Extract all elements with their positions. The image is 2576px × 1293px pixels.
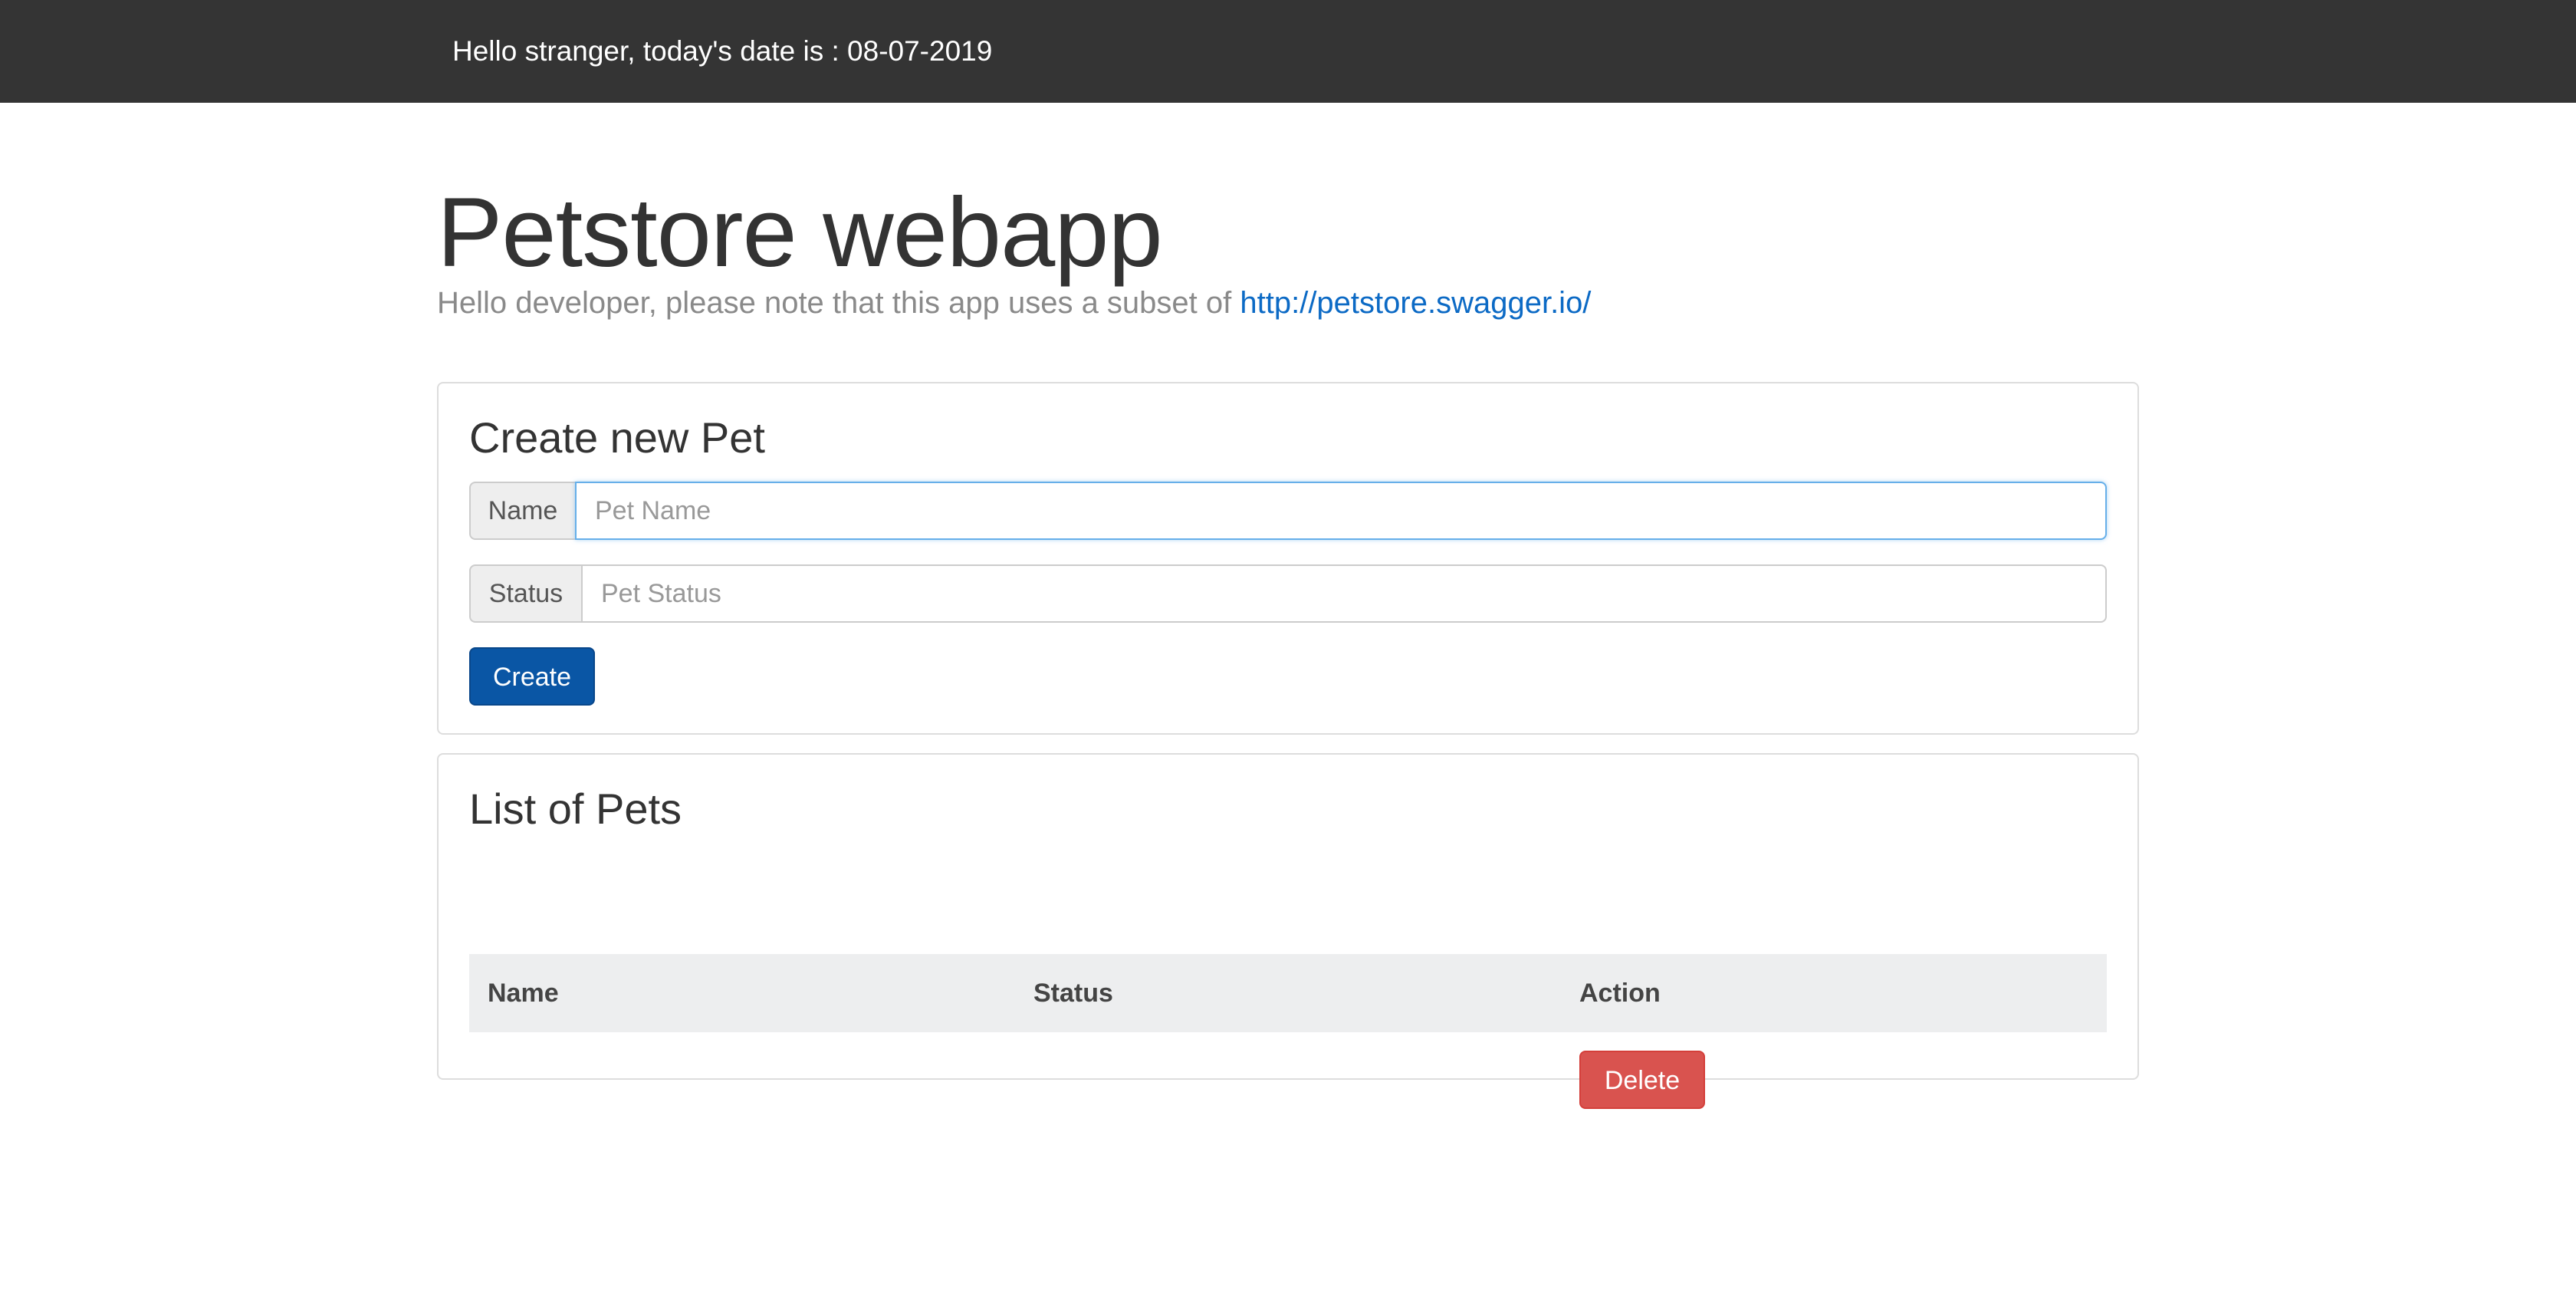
pet-list-panel: List of Pets Name Status Action Delete — [437, 753, 2139, 1109]
create-pet-panel: Create new Pet Name Status Create — [437, 382, 2139, 735]
column-header-name: Name — [488, 979, 559, 1008]
swagger-link[interactable]: http://petstore.swagger.io/ — [1240, 286, 1591, 320]
top-navbar: Hello stranger, today's date is : 08-07-… — [0, 0, 2576, 103]
page-title: Petstore webapp — [437, 178, 1163, 288]
column-header-status: Status — [1033, 979, 1113, 1008]
create-button[interactable]: Create — [469, 647, 595, 706]
name-input-group: Name — [469, 482, 2107, 540]
status-addon-label: Status — [469, 564, 581, 623]
delete-button[interactable]: Delete — [1579, 1051, 1705, 1109]
pet-name-input[interactable] — [575, 482, 2107, 540]
greeting-text: Hello stranger, today's date is : 08-07-… — [452, 35, 993, 67]
create-pet-title: Create new Pet — [469, 413, 765, 462]
table-row: Delete — [469, 1032, 2107, 1129]
subtitle-text: Hello developer, please note that this a… — [437, 286, 1240, 320]
page-subtitle: Hello developer, please note that this a… — [437, 284, 1591, 322]
pet-status-input[interactable] — [581, 564, 2107, 623]
pet-list-title: List of Pets — [469, 785, 682, 833]
column-header-action: Action — [1579, 979, 1661, 1008]
table-header: Name Status Action — [469, 954, 2107, 1032]
status-input-group: Status — [469, 564, 2107, 623]
name-addon-label: Name — [469, 482, 575, 540]
